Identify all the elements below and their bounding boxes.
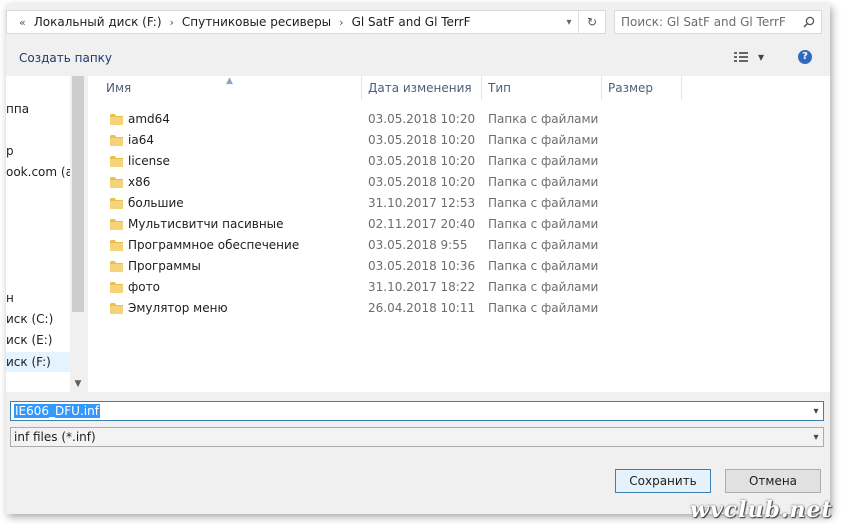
scroll-down-icon[interactable]: ▼ <box>70 376 86 392</box>
chevron-down-icon[interactable]: ▾ <box>809 406 823 417</box>
table-row[interactable]: Программное обеспечение 03.05.2018 9:55 Па… <box>88 235 688 256</box>
nav-item-computer[interactable]: н <box>6 291 14 305</box>
table-row[interactable]: x86 03.05.2018 10:20 Папка с файлами <box>88 172 688 193</box>
table-row[interactable]: amd64 03.05.2018 10:20 Папка с файлами <box>88 109 688 130</box>
folder-icon <box>110 177 123 188</box>
file-date: 03.05.2018 10:20 <box>368 112 476 126</box>
chevron-down-icon[interactable]: ▾ <box>758 50 764 64</box>
address-history-dropdown-icon[interactable]: ▾ <box>560 17 578 28</box>
search-icon <box>803 16 815 28</box>
file-date: 03.05.2018 10:20 <box>368 133 476 147</box>
file-name: ia64 <box>128 133 154 147</box>
nav-item-group[interactable]: ппа <box>6 102 29 116</box>
folder-icon <box>110 135 123 146</box>
chevron-down-icon[interactable]: ▾ <box>809 432 823 443</box>
refresh-button[interactable]: ↻ <box>578 11 605 33</box>
file-name: x86 <box>128 175 151 189</box>
file-date: 31.10.2017 12:53 <box>368 196 476 210</box>
file-type: Папка с файлами <box>488 154 599 168</box>
table-row[interactable]: license 03.05.2018 10:20 Папка с файлами <box>88 151 688 172</box>
cancel-button[interactable]: Отмена <box>725 469 821 493</box>
folder-icon <box>110 282 123 293</box>
file-date: 03.05.2018 10:20 <box>368 154 476 168</box>
save-dialog: « Локальный диск (F:) › Спутниковые реси… <box>6 4 830 514</box>
nav-item-drive-f[interactable]: иск (F:) <box>6 352 70 372</box>
sort-ascending-icon: ▲ <box>226 76 233 86</box>
toolbar: Создать папку ▾ ? <box>6 42 830 74</box>
file-date: 31.10.2017 18:22 <box>368 280 476 294</box>
file-name: большие <box>128 196 184 210</box>
breadcrumb-overflow[interactable]: « <box>15 16 30 29</box>
search-input[interactable]: Поиск: Gl SatF and Gl TerrF <box>621 15 803 29</box>
file-type: Папка с файлами <box>488 217 599 231</box>
file-type: Папка с файлами <box>488 280 599 294</box>
scrollbar-thumb[interactable] <box>72 76 84 312</box>
file-type: Папка с файлами <box>488 112 599 126</box>
refresh-icon: ↻ <box>586 15 598 29</box>
file-name: license <box>128 154 170 168</box>
nav-item-drive-e[interactable]: иск (E:) <box>6 333 52 347</box>
nav-item-outlook[interactable]: ook.com (a <box>6 165 73 179</box>
column-header-type[interactable]: Тип <box>482 76 602 100</box>
file-name: Эмулятор меню <box>128 301 228 315</box>
chevron-right-icon[interactable]: › <box>166 16 178 29</box>
folder-icon <box>110 219 123 230</box>
file-name-input[interactable]: IE606_DFU.inf <box>14 404 100 418</box>
table-row[interactable]: Программы 03.05.2018 10:36 Папка с файлами <box>88 256 688 277</box>
file-list: ▲ Имя Дата изменения Тип Размер amd64 03.… <box>88 76 830 392</box>
file-type: Папка с файлами <box>488 133 599 147</box>
file-date: 03.05.2018 9:55 <box>368 238 468 252</box>
nav-scrollbar[interactable]: ▼ <box>70 76 86 392</box>
nav-item-drive-c[interactable]: иск (C:) <box>6 312 53 326</box>
file-type-select[interactable]: inf files (*.inf) ▾ <box>10 427 824 447</box>
file-date: 02.11.2017 20:40 <box>368 217 476 231</box>
file-name: amd64 <box>128 112 170 126</box>
file-name: Программы <box>128 259 201 273</box>
file-type: Папка с файлами <box>488 238 599 252</box>
breadcrumb: « Локальный диск (F:) › Спутниковые реси… <box>7 15 560 29</box>
file-type: Папка с файлами <box>488 259 599 273</box>
table-row[interactable]: ia64 03.05.2018 10:20 Папка с файлами <box>88 130 688 151</box>
breadcrumb-current-folder[interactable]: Gl SatF and Gl TerrF <box>348 15 475 29</box>
table-row[interactable]: большие 31.10.2017 12:53 Папка с файлами <box>88 193 688 214</box>
breadcrumb-satellite-receivers[interactable]: Спутниковые ресиверы <box>178 15 335 29</box>
column-header-date[interactable]: Дата изменения <box>362 76 482 100</box>
search-box[interactable]: Поиск: Gl SatF and Gl TerrF <box>614 10 822 34</box>
nav-item-desktop[interactable]: р <box>6 144 14 158</box>
save-button[interactable]: Сохранить <box>615 469 711 493</box>
folder-icon <box>110 261 123 272</box>
breadcrumb-drive-f[interactable]: Локальный диск (F:) <box>30 15 166 29</box>
file-type: Папка с файлами <box>488 175 599 189</box>
new-folder-button[interactable]: Создать папку <box>19 51 112 65</box>
column-header-size[interactable]: Размер <box>602 76 682 100</box>
table-row[interactable]: Эмулятор меню 26.04.2018 10:11 Папка с фай… <box>88 298 688 319</box>
address-bar[interactable]: « Локальный диск (F:) › Спутниковые реси… <box>6 10 606 34</box>
file-name: фото <box>128 280 160 294</box>
table-row[interactable]: Мультисвитчи пасивные 02.11.2017 20:40 Пап… <box>88 214 688 235</box>
table-row[interactable]: фото 31.10.2017 18:22 Папка с файлами <box>88 277 688 298</box>
folder-icon <box>110 303 123 314</box>
file-type: Папка с файлами <box>488 301 599 315</box>
file-name-field[interactable]: IE606_DFU.inf ▾ <box>10 401 824 421</box>
details-view-icon <box>734 52 748 62</box>
folder-icon <box>110 198 123 209</box>
file-name: Программное обеспечение <box>128 238 300 252</box>
folder-icon <box>110 156 123 167</box>
file-type: Папка с файлами <box>488 196 599 210</box>
column-header-name[interactable]: ▲ Имя <box>88 76 362 100</box>
chevron-right-icon[interactable]: › <box>335 16 347 29</box>
file-type-value: inf files (*.inf) <box>14 430 96 444</box>
help-button[interactable]: ? <box>798 50 812 64</box>
view-options-button[interactable]: ▾ <box>734 50 764 64</box>
watermark-logo: wvclub.net <box>690 497 833 523</box>
file-name: Мультисвитчи пасивные <box>128 217 284 231</box>
file-date: 03.05.2018 10:20 <box>368 175 476 189</box>
folder-icon <box>110 114 123 125</box>
file-date: 26.04.2018 10:11 <box>368 301 476 315</box>
file-date: 03.05.2018 10:36 <box>368 259 476 273</box>
folder-icon <box>110 240 123 251</box>
